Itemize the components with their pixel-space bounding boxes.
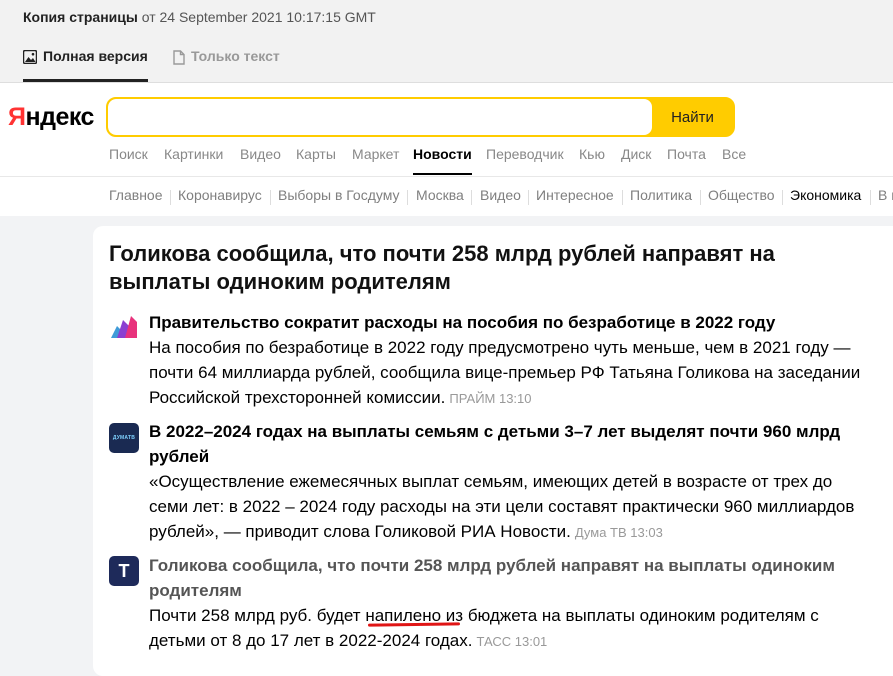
rubric-moscow[interactable]: Москва xyxy=(416,187,464,203)
item-text: На пособия по безработице в 2022 году пр… xyxy=(149,338,861,407)
cache-title: Копия страницы от 24 September 2021 10:1… xyxy=(23,9,376,25)
tab-text-only[interactable]: Только текст xyxy=(173,48,280,79)
rubrics-nav: Главное Коронавирус Выборы в Госдуму Мос… xyxy=(0,187,893,207)
item-title[interactable]: Голикова сообщила, что почти 258 млрд ру… xyxy=(149,553,879,603)
service-market[interactable]: Маркет xyxy=(352,146,399,162)
rubric-divider xyxy=(471,190,472,205)
item-title[interactable]: Правительство сократит расходы на пособи… xyxy=(149,310,879,335)
service-news[interactable]: Новости xyxy=(413,146,472,162)
rubric-coronavirus[interactable]: Коронавирус xyxy=(178,187,262,203)
rubric-interesting[interactable]: Интересное xyxy=(536,187,614,203)
rubric-divider xyxy=(700,190,701,205)
rubric-main[interactable]: Главное xyxy=(109,187,163,203)
item-text: «Осуществление ежемесячных выплат семьям… xyxy=(149,472,855,541)
rubric-economy[interactable]: Экономика xyxy=(790,187,861,203)
service-mail[interactable]: Почта xyxy=(667,146,706,162)
cache-header: Копия страницы от 24 September 2021 10:1… xyxy=(0,0,893,83)
active-service-underline xyxy=(413,173,472,175)
search-button[interactable]: Найти xyxy=(652,99,733,135)
rubric-society[interactable]: Общество xyxy=(708,187,775,203)
tab-full-version-label: Полная версия xyxy=(43,48,148,64)
rubric-divider xyxy=(782,190,783,205)
service-translator[interactable]: Переводчик xyxy=(486,146,564,162)
service-disk[interactable]: Диск xyxy=(621,146,651,162)
service-all[interactable]: Все xyxy=(722,146,746,162)
service-images[interactable]: Картинки xyxy=(164,146,223,162)
story-card: Голикова сообщила, что почти 258 млрд ру… xyxy=(93,226,893,676)
rubric-elections[interactable]: Выборы в Госдуму xyxy=(278,187,400,203)
dumatv-logo-icon: ДУМАТВ xyxy=(109,423,139,453)
rubric-divider xyxy=(870,190,871,205)
rubric-divider xyxy=(528,190,529,205)
prime-logo-icon xyxy=(109,312,139,342)
tab-text-only-label: Только текст xyxy=(191,48,280,64)
rubric-divider xyxy=(407,190,408,205)
item-text: Почти 258 млрд руб. будет напилено из бю… xyxy=(149,606,819,650)
item-source[interactable]: ПРАЙМ 13:10 xyxy=(449,391,531,406)
search-bar: Найти xyxy=(106,97,735,137)
header-divider xyxy=(0,176,893,177)
service-search[interactable]: Поиск xyxy=(109,146,148,162)
image-icon xyxy=(22,49,38,67)
tass-logo-icon: Т xyxy=(109,556,139,586)
rubric-divider xyxy=(170,190,171,205)
item-source[interactable]: Дума ТВ 13:03 xyxy=(575,525,663,540)
story-title[interactable]: Голикова сообщила, что почти 258 млрд ру… xyxy=(109,240,809,296)
rubric-divider xyxy=(270,190,271,205)
search-input[interactable] xyxy=(108,99,652,135)
rubric-politics[interactable]: Политика xyxy=(630,187,692,203)
service-maps[interactable]: Карты xyxy=(296,146,336,162)
rubric-divider xyxy=(622,190,623,205)
item-source[interactable]: ТАСС 13:01 xyxy=(476,634,547,649)
tab-full-version[interactable]: Полная версия xyxy=(22,48,148,82)
rubric-more[interactable]: В м xyxy=(878,187,893,203)
rubric-video[interactable]: Видео xyxy=(480,187,521,203)
item-title[interactable]: В 2022–2024 годах на выплаты семьям с де… xyxy=(149,419,879,469)
document-icon xyxy=(173,50,185,68)
yandex-logo[interactable]: Яндекс xyxy=(8,103,94,132)
yandex-header: Яндекс Найти Поиск Картинки Видео Карты … xyxy=(0,83,893,216)
service-video[interactable]: Видео xyxy=(240,146,281,162)
service-q[interactable]: Кью xyxy=(579,146,605,162)
